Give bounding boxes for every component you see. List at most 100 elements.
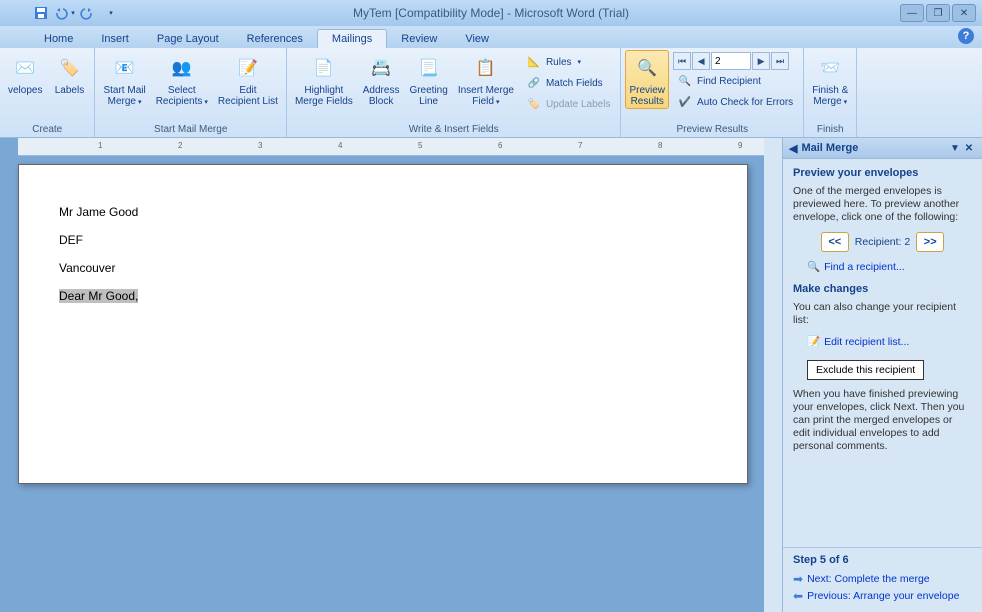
group-label: Finish [808,123,852,137]
label: Update Labels [546,99,611,110]
tp-text: You can also change your recipient list: [793,301,972,327]
start-mail-merge-button[interactable]: 📧Start MailMerge▾ [99,50,149,110]
record-number-input[interactable] [711,52,751,70]
ruler-tick: 7 [578,141,582,150]
greeting-field[interactable]: Dear Mr Good, [59,289,138,303]
close-button[interactable]: ✕ [952,4,976,22]
recipient-label: Recipient: 2 [855,236,910,248]
edit-icon: 📝 [807,335,820,348]
tab-home[interactable]: Home [30,30,87,48]
quick-access-toolbar: ▾ ▾ [30,2,121,24]
next-record-button[interactable]: ▶ [752,52,770,70]
task-pane-header: ◀ Mail Merge ▼ ✕ [783,138,982,159]
prev-recipient-button[interactable]: << [821,232,849,252]
document-page[interactable]: Mr Jame Good DEF Vancouver Dear Mr Good, [18,164,748,484]
label: SelectRecipients [156,85,203,107]
task-pane-footer: Step 5 of 6 ➡ Next: Complete the merge ⬅ P… [783,547,982,612]
edit-recipient-list-button[interactable]: 📝EditRecipient List [214,50,282,109]
ruler-tick: 6 [498,141,502,150]
update-labels-button: 🏷️Update Labels [522,94,615,114]
label: Finish &Merge [812,85,848,107]
group-create: ✉️velopes 🏷️Labels Create [0,48,95,137]
help-icon[interactable]: ? [958,28,974,44]
document-area: 1 2 3 4 5 6 7 8 9 Mr Jame Good DEF Vanco… [0,138,782,612]
ribbon-tabs: Home Insert Page Layout References Maili… [0,26,982,48]
match-fields-button[interactable]: 🔗Match Fields [522,73,615,93]
tab-review[interactable]: Review [387,30,451,48]
undo-button[interactable]: ▾ [53,2,75,24]
task-pane-close-button[interactable]: ✕ [962,141,976,155]
rules-button[interactable]: 📐Rules▾ [522,52,615,72]
find-recipient-button[interactable]: 🔍Find Recipient [673,71,797,91]
tab-insert[interactable]: Insert [87,30,143,48]
ruler-tick: 3 [258,141,262,150]
tab-mailings[interactable]: Mailings [317,29,387,48]
ribbon: ✉️velopes 🏷️Labels Create 📧Start MailMer… [0,48,982,138]
label: Auto Check for Errors [697,97,793,108]
group-finish: 📨Finish &Merge▾ Finish [804,48,857,137]
horizontal-ruler[interactable]: 1 2 3 4 5 6 7 8 9 [18,138,764,156]
tp-text: One of the merged envelopes is previewed… [793,185,972,224]
arrow-right-icon: ➡ [793,572,803,586]
tp-text: When you have finished previewing your e… [793,388,972,453]
group-label: Write & Insert Fields [291,123,617,137]
group-label: Start Mail Merge [99,123,281,137]
tab-view[interactable]: View [451,30,503,48]
group-start-mail-merge: 📧Start MailMerge▾ 👥SelectRecipients▾ 📝Ed… [95,48,286,137]
next-step-link[interactable]: ➡ Next: Complete the merge [793,572,972,586]
minimize-button[interactable]: — [900,4,924,22]
qat-customize-button[interactable]: ▾ [99,2,121,24]
address-block-button[interactable]: 📇AddressBlock [359,50,404,109]
exclude-recipient-button[interactable]: Exclude this recipient [807,360,924,380]
save-button[interactable] [30,2,52,24]
arrow-left-icon: ⬅ [793,589,803,603]
greeting-line-button[interactable]: 📃GreetingLine [405,50,451,109]
vertical-scrollbar[interactable] [764,138,782,612]
label: Insert MergeField [458,85,514,107]
highlight-merge-fields-button[interactable]: 📄HighlightMerge Fields [291,50,357,109]
tab-page-layout[interactable]: Page Layout [143,30,233,48]
doc-line: Mr Jame Good [59,205,707,219]
back-icon[interactable]: ◀ [789,142,797,155]
preview-results-button[interactable]: 🔍PreviewResults [625,50,669,109]
auto-check-errors-button[interactable]: ✔️Auto Check for Errors [673,92,797,112]
first-record-button[interactable]: ⏮ [673,52,691,70]
next-recipient-button[interactable]: >> [916,232,944,252]
redo-button[interactable] [76,2,98,24]
label: Rules [546,57,572,68]
ruler-tick: 4 [338,141,342,150]
tab-references[interactable]: References [233,30,317,48]
label: Edit recipient list... [824,336,909,348]
workspace: 1 2 3 4 5 6 7 8 9 Mr Jame Good DEF Vanco… [0,138,982,612]
task-pane-body: Preview your envelopes One of the merged… [783,159,982,547]
select-recipients-button[interactable]: 👥SelectRecipients▾ [152,50,212,110]
labels-button[interactable]: 🏷️Labels [48,50,90,98]
edit-recipient-list-link[interactable]: 📝 Edit recipient list... [807,335,972,348]
doc-line: DEF [59,233,707,247]
insert-merge-field-button[interactable]: 📋Insert MergeField▾ [454,50,518,110]
label: Find Recipient [697,76,761,87]
group-label: Preview Results [625,123,799,137]
find-recipient-link[interactable]: 🔍Find a recipient... [807,260,972,273]
ruler-tick: 1 [98,141,102,150]
prev-record-button[interactable]: ◀ [692,52,710,70]
envelopes-button[interactable]: ✉️velopes [4,50,46,98]
group-label: Create [4,123,90,137]
doc-line: Vancouver [59,261,707,275]
group-preview-results: 🔍PreviewResults ⏮ ◀ ▶ ⏭ 🔍Find Recipient … [621,48,804,137]
tp-heading: Make changes [793,283,972,295]
label: Next: Complete the merge [807,573,930,585]
label: Previous: Arrange your envelope [807,590,959,602]
title-bar: ▾ ▾ MyTem [Compatibility Mode] - Microso… [0,0,982,26]
restore-button[interactable]: ❐ [926,4,950,22]
step-indicator: Step 5 of 6 [793,554,972,566]
last-record-button[interactable]: ⏭ [771,52,789,70]
label: Find a recipient... [824,261,905,273]
dropdown-icon[interactable]: ▼ [948,141,962,155]
recipient-nav: << Recipient: 2 >> [793,232,972,252]
window-controls: — ❐ ✕ [900,4,976,22]
prev-step-link[interactable]: ⬅ Previous: Arrange your envelope [793,589,972,603]
finish-merge-button[interactable]: 📨Finish &Merge▾ [808,50,852,110]
ruler-tick: 9 [738,141,742,150]
ruler-tick: 2 [178,141,182,150]
